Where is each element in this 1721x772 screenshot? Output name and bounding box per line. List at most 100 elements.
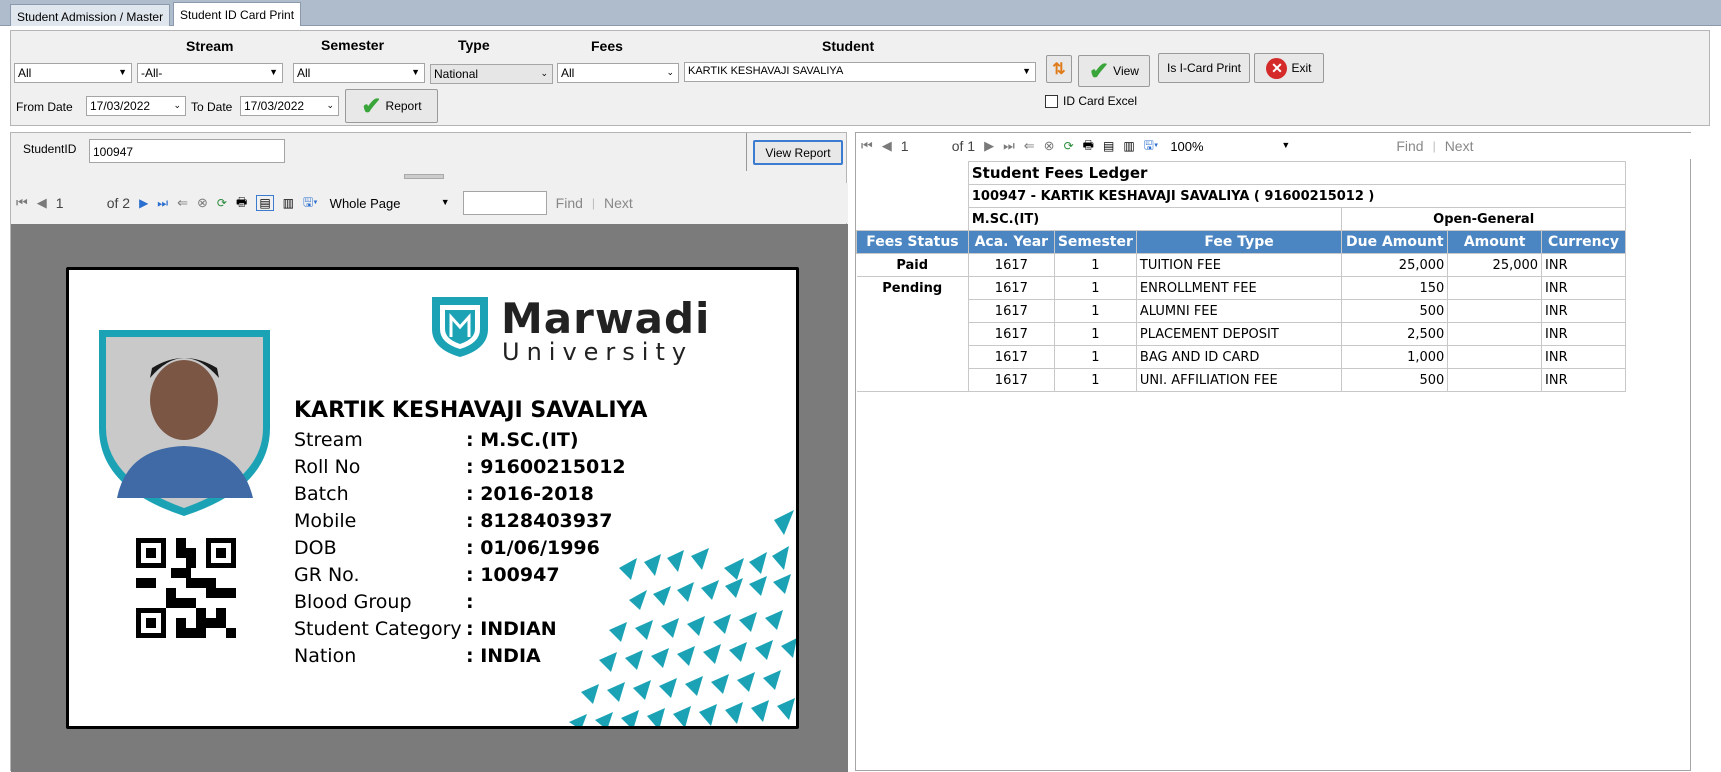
- year-cell: 1617: [967, 345, 1055, 369]
- back-icon[interactable]: ⇐: [177, 195, 188, 211]
- field-label: Mobile: [294, 510, 357, 532]
- column-header: Due Amount: [1341, 230, 1449, 254]
- find-input[interactable]: [462, 191, 547, 215]
- page-number-input[interactable]: 1: [56, 195, 98, 211]
- zoom-select[interactable]: 100% ▼: [1167, 135, 1295, 157]
- left-report-toolbar: ⏮ ◀ 1 of 2 ▶ ⏭ ⇐ ⊗ ⟳ 🖶 ▤ ▥ 🖫▾ Whole Page…: [11, 183, 848, 223]
- student-id-input[interactable]: 100947: [89, 139, 285, 163]
- fees-status-cell: [856, 322, 969, 346]
- type-select[interactable]: National ⌄: [430, 64, 553, 84]
- find-input[interactable]: [1303, 135, 1388, 157]
- fees-ledger-pane: ⏮ ◀ 1 of 1 ▶ ⏭ ⇐ ⊗ ⟳ 🖶 ▤ ▥ 🖫▾ 100% ▼ Find…: [855, 132, 1692, 771]
- first-page-icon[interactable]: ⏮: [861, 138, 873, 154]
- stream-label: Stream: [186, 38, 234, 54]
- splitter-handle[interactable]: [404, 174, 444, 179]
- export-icon[interactable]: 🖫▾: [303, 193, 318, 214]
- semester-select-value: All: [297, 66, 311, 80]
- view-report-button[interactable]: View Report: [753, 140, 843, 165]
- field-label: Nation: [294, 645, 357, 667]
- fees-status-cell: [856, 299, 969, 323]
- fees-select-value: All: [561, 66, 575, 80]
- view-button[interactable]: ✔ View: [1078, 55, 1150, 87]
- amount-cell: [1447, 322, 1543, 346]
- column-header: Fees Status: [856, 230, 969, 254]
- find-link[interactable]: Find: [556, 195, 583, 211]
- student-id-label: StudentID: [23, 142, 77, 156]
- semester-label: Semester: [321, 37, 385, 53]
- table-header-row: Fees Status Aca. Year Semester Fee Type …: [856, 230, 1626, 254]
- check-icon: ✔: [1089, 57, 1110, 85]
- stop-icon[interactable]: ⊗: [1044, 138, 1055, 154]
- decorative-pattern: [569, 510, 796, 726]
- last-page-icon[interactable]: ⏭: [157, 196, 168, 211]
- print-icon[interactable]: 🖶: [236, 193, 247, 214]
- page-count: of 1: [951, 138, 976, 154]
- student-name: KARTIK KESHAVAJI SAVALIYA: [294, 398, 648, 423]
- page-setup-icon[interactable]: ▥: [1123, 139, 1134, 153]
- report-button[interactable]: ✔ Report: [345, 89, 438, 123]
- field-value: : 91600215012: [466, 456, 626, 478]
- student-line: 100947 - KARTIK KESHAVAJI SAVALIYA ( 916…: [967, 184, 1627, 208]
- fee-type-cell: UNI. AFFILIATION FEE: [1135, 368, 1343, 392]
- back-icon[interactable]: ⇐: [1024, 138, 1035, 154]
- find-link[interactable]: Find: [1396, 138, 1423, 154]
- table-row: 1617 1 ALUMNI FEE 500 INR: [856, 299, 1626, 323]
- to-date-picker[interactable]: 17/03/2022 ⌄: [240, 96, 339, 116]
- zoom-select[interactable]: Whole Page ▼: [326, 192, 454, 214]
- qr-code: [136, 538, 236, 638]
- prev-page-icon[interactable]: ◀: [37, 195, 47, 211]
- last-page-icon[interactable]: ⏭: [1003, 138, 1015, 154]
- student-select[interactable]: KARTIK KESHAVAJI SAVALIYA ▼: [684, 62, 1036, 82]
- photo-frame: [99, 330, 270, 516]
- icard-print-label: Is I-Card Print: [1166, 61, 1241, 75]
- refresh-icon[interactable]: ⟳: [217, 196, 227, 210]
- semester-cell: 1: [1053, 345, 1137, 369]
- stream2-select[interactable]: -All- ▼: [137, 63, 283, 83]
- tab-student-admission[interactable]: Student Admission / Master: [10, 4, 171, 26]
- field-label: Blood Group: [294, 591, 412, 613]
- page-number-input[interactable]: 1: [901, 138, 943, 154]
- stream-select[interactable]: All ▼: [14, 63, 132, 83]
- refresh-icon[interactable]: ⟳: [1064, 139, 1074, 153]
- print-icon[interactable]: 🖶: [1083, 136, 1094, 157]
- fees-status-cell: [856, 345, 969, 369]
- table-row: Paid 1617 1 TUITION FEE 25,000 25,000 IN…: [856, 253, 1626, 277]
- prev-page-icon[interactable]: ◀: [882, 138, 892, 154]
- page-count: of 2: [106, 195, 131, 211]
- separator: |: [591, 196, 596, 210]
- from-date-value: 17/03/2022: [90, 99, 151, 113]
- fees-select[interactable]: All ⌄: [557, 63, 679, 83]
- page-setup-icon[interactable]: ▥: [283, 196, 294, 210]
- tab-student-id-card-print[interactable]: Student ID Card Print: [173, 2, 302, 26]
- refresh-button[interactable]: ⇅: [1046, 55, 1072, 83]
- year-cell: 1617: [967, 322, 1055, 346]
- stop-icon[interactable]: ⊗: [197, 195, 208, 211]
- checkbox-box[interactable]: [1045, 94, 1058, 108]
- print-layout-icon[interactable]: ▤: [256, 195, 274, 211]
- column-header: Semester: [1053, 230, 1137, 254]
- chevron-down-icon: ▼: [1022, 66, 1031, 76]
- print-layout-icon[interactable]: ▤: [1103, 139, 1114, 153]
- field-label: Batch: [294, 483, 349, 505]
- to-date-label: To Date: [191, 100, 233, 114]
- next-link[interactable]: Next: [604, 195, 633, 211]
- column-header: Aca. Year: [967, 230, 1055, 254]
- amount-cell: [1447, 299, 1543, 323]
- type-select-value: National: [434, 67, 479, 81]
- from-date-picker[interactable]: 17/03/2022 ⌄: [86, 96, 186, 116]
- chevron-down-icon: ▼: [411, 67, 420, 77]
- exit-button-label: Exit: [1291, 61, 1312, 75]
- next-link[interactable]: Next: [1445, 138, 1474, 154]
- logo-wordmark: Marwadi: [501, 294, 711, 343]
- next-page-icon[interactable]: ▶: [139, 196, 148, 210]
- year-cell: 1617: [967, 299, 1055, 323]
- fees-status-cell: Pending: [856, 276, 969, 300]
- semester-select[interactable]: All ▼: [293, 63, 425, 83]
- next-page-icon[interactable]: ▶: [984, 138, 994, 154]
- chevron-down-icon: ⌄: [173, 100, 181, 110]
- first-page-icon[interactable]: ⏮: [16, 195, 28, 211]
- export-icon[interactable]: 🖫▾: [1144, 136, 1159, 157]
- icard-print-button[interactable]: Is I-Card Print: [1158, 53, 1250, 83]
- exit-button[interactable]: ✕ Exit: [1254, 53, 1324, 83]
- id-card-excel-checkbox[interactable]: ID Card Excel: [1045, 94, 1137, 108]
